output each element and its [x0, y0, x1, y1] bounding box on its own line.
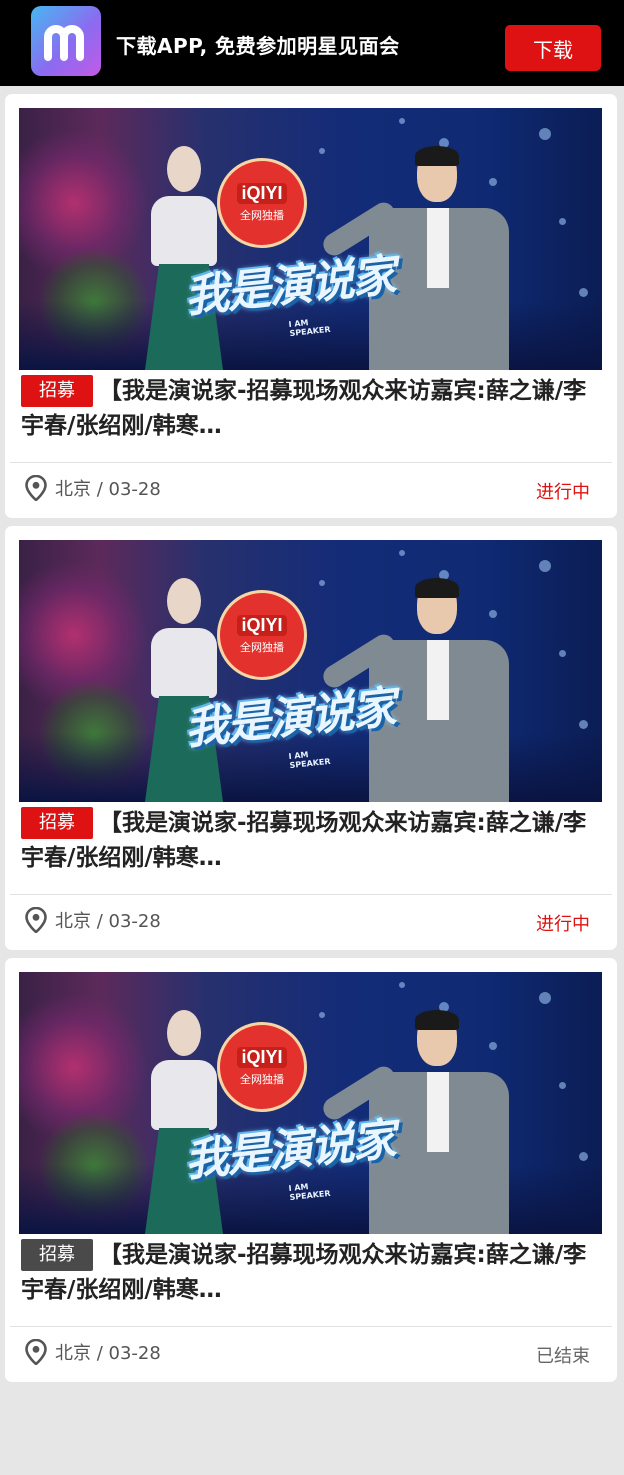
event-status: 进行中: [536, 914, 590, 935]
location-pin-icon: [25, 1339, 47, 1365]
app-logo-icon[interactable]: [31, 6, 101, 76]
divider: [10, 894, 612, 895]
event-title[interactable]: 招募 【我是演说家-招募现场观众来访嘉宾:薛之谦/李宇春/张绍刚/韩寒…: [21, 1238, 591, 1308]
location-date: 北京 / 03-28: [55, 911, 161, 932]
event-title-text: 【我是演说家-招募现场观众来访嘉宾:薛之谦/李宇春/张绍刚/韩寒…: [21, 1242, 587, 1303]
event-meta: 北京 / 03-28: [25, 474, 161, 502]
recruit-tag: 招募: [21, 375, 93, 407]
event-meta: 北京 / 03-28: [25, 906, 161, 934]
iqiyi-badge: iQIYI 全网独播: [217, 1022, 307, 1112]
brand-logo: iQIYI: [237, 1047, 287, 1068]
event-meta: 北京 / 03-28: [25, 1338, 161, 1366]
event-card[interactable]: iQIYI 全网独播 我是演说家 I AM SPEAKER 招募 【我是演说家-招…: [5, 958, 617, 1382]
event-banner-image[interactable]: iQIYI 全网独播 我是演说家 I AM SPEAKER: [19, 972, 602, 1234]
brand-sub: 全网独播: [240, 209, 284, 222]
event-banner-image[interactable]: iQIYI 全网独播 我是演说家 I AM SPEAKER: [19, 108, 602, 370]
event-status: 已结束: [536, 1346, 590, 1367]
event-title-text: 【我是演说家-招募现场观众来访嘉宾:薛之谦/李宇春/张绍刚/韩寒…: [21, 810, 587, 871]
m-letter-icon: [44, 25, 84, 61]
recruit-tag: 招募: [21, 807, 93, 839]
iqiyi-badge: iQIYI 全网独播: [217, 590, 307, 680]
location-pin-icon: [25, 475, 47, 501]
event-title-text: 【我是演说家-招募现场观众来访嘉宾:薛之谦/李宇春/张绍刚/韩寒…: [21, 378, 587, 439]
event-card[interactable]: iQIYI 全网独播 我是演说家 I AM SPEAKER 招募 【我是演说家-招…: [5, 526, 617, 950]
location-pin-icon: [25, 907, 47, 933]
brand-sub: 全网独播: [240, 641, 284, 654]
event-status: 进行中: [536, 482, 590, 503]
brand-sub: 全网独播: [240, 1073, 284, 1086]
divider: [10, 1326, 612, 1327]
iqiyi-badge: iQIYI 全网独播: [217, 158, 307, 248]
event-banner-image[interactable]: iQIYI 全网独播 我是演说家 I AM SPEAKER: [19, 540, 602, 802]
app-download-bar: 下载APP, 免费参加明星见面会 下载: [0, 0, 624, 86]
location-date: 北京 / 03-28: [55, 479, 161, 500]
brand-logo: iQIYI: [237, 615, 287, 636]
promo-text: 下载APP, 免费参加明星见面会: [116, 34, 400, 58]
event-title[interactable]: 招募 【我是演说家-招募现场观众来访嘉宾:薛之谦/李宇春/张绍刚/韩寒…: [21, 374, 591, 444]
download-button[interactable]: 下载: [505, 25, 601, 71]
divider: [10, 462, 612, 463]
event-card[interactable]: iQIYI 全网独播 我是演说家 I AM SPEAKER 招募 【我是演说家-招…: [5, 94, 617, 518]
event-title[interactable]: 招募 【我是演说家-招募现场观众来访嘉宾:薛之谦/李宇春/张绍刚/韩寒…: [21, 806, 591, 876]
recruit-tag: 招募: [21, 1239, 93, 1271]
brand-logo: iQIYI: [237, 183, 287, 204]
location-date: 北京 / 03-28: [55, 1343, 161, 1364]
